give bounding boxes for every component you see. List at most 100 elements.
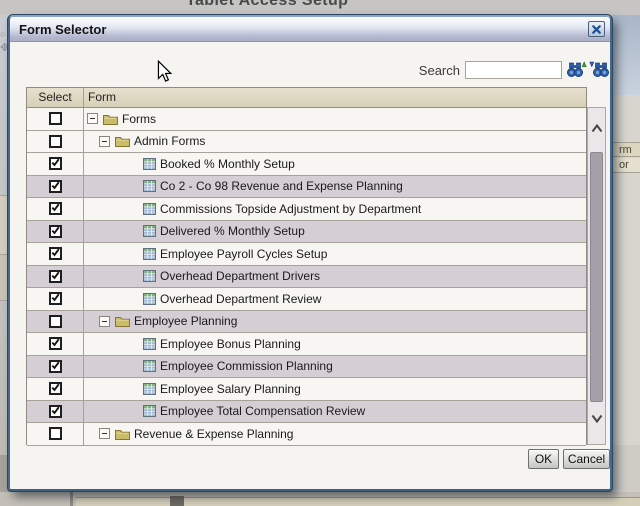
table-row[interactable]: Booked % Monthly Setup [27,153,586,176]
form-cell: Commissions Topside Adjustment by Depart… [84,198,586,220]
table-row[interactable]: Forms [27,108,586,131]
select-cell [27,243,84,265]
table-row[interactable]: Overhead Department Review [27,288,586,311]
background-page-title: Tablet Access Setup [186,0,349,9]
form-label: Overhead Department Drivers [160,269,321,284]
collapse-toggle-icon[interactable] [87,113,98,125]
dialog-titlebar[interactable]: Form Selector [10,17,610,42]
scrollbar-thumb[interactable] [590,152,603,402]
row-checkbox[interactable] [48,269,62,283]
form-label: Commissions Topside Adjustment by Depart… [160,201,422,216]
table-row[interactable]: Employee Total Compensation Review [27,400,586,424]
folder-label: Admin Forms [134,134,206,149]
screen: Tablet Access Setup ○ ✥ rm or Form Selec… [0,0,640,506]
row-checkbox[interactable] [48,112,62,126]
table-row[interactable]: Delivered % Monthly Setup [27,220,586,244]
table-row[interactable]: Employee Commission Planning [27,355,586,379]
select-cell [27,108,84,130]
folder-icon [103,113,118,125]
search-next-icon[interactable] [589,60,609,78]
table-row[interactable]: Admin Forms [27,130,586,154]
form-label: Booked % Monthly Setup [160,156,295,171]
form-icon [143,405,156,418]
form-cell: Employee Salary Planning [84,378,586,400]
form-icon [143,180,156,193]
background-bottom-strip [0,492,640,506]
search-input[interactable] [465,61,562,79]
form-label: Employee Payroll Cycles Setup [160,246,328,261]
close-icon [592,24,601,34]
select-cell [27,333,84,355]
table-row[interactable]: Employee Salary Planning [27,378,586,401]
row-checkbox[interactable] [48,382,62,396]
row-checkbox[interactable] [48,179,62,193]
select-cell [27,288,84,310]
form-label: Employee Total Compensation Review [160,404,366,419]
background-window-strip: Tablet Access Setup [0,0,640,15]
form-cell: Employee Bonus Planning [84,333,586,355]
row-checkbox[interactable] [48,202,62,216]
table-row[interactable]: Employee Planning [27,310,586,334]
folder-icon [115,135,130,148]
form-label: Employee Salary Planning [160,381,301,396]
form-icon [143,337,156,350]
select-cell [27,310,84,333]
form-label: Overhead Department Review [160,291,322,306]
form-cell: Booked % Monthly Setup [84,153,586,175]
ok-button[interactable]: OK [528,449,559,469]
column-header-form: Form [88,90,116,104]
scroll-up-icon[interactable] [591,124,603,133]
form-cell: Employee Payroll Cycles Setup [84,243,586,265]
form-icon [143,292,156,305]
table-scrollbar[interactable] [587,107,606,445]
scroll-down-icon[interactable] [591,414,603,423]
row-checkbox[interactable] [48,134,62,148]
select-cell [27,198,84,220]
form-cell: Employee Planning [84,311,586,333]
select-cell [27,400,84,423]
background-panel [612,15,640,95]
form-icon [143,270,156,283]
select-cell [27,220,84,243]
table-row[interactable]: Revenue & Expense Planning [27,423,586,446]
row-checkbox[interactable] [48,314,62,328]
row-checkbox[interactable] [48,224,62,238]
row-checkbox[interactable] [48,292,62,306]
row-checkbox[interactable] [48,337,62,351]
form-cell: Revenue & Expense Planning [84,423,586,445]
close-button[interactable] [588,21,605,37]
form-cell: Overhead Department Drivers [84,266,586,288]
dialog-title: Form Selector [19,22,107,37]
form-cell: Admin Forms [84,131,586,153]
table-row[interactable]: Employee Payroll Cycles Setup [27,243,586,266]
collapse-toggle-icon[interactable] [99,315,110,327]
form-label: Co 2 - Co 98 Revenue and Expense Plannin… [160,179,403,194]
background-right-strip: rm or [612,15,640,506]
form-cell: Employee Commission Planning [84,356,586,378]
search-previous-icon[interactable] [567,60,587,78]
form-cell: Overhead Department Review [84,288,586,310]
table-row[interactable]: Overhead Department Drivers [27,265,586,289]
select-cell [27,423,84,445]
background-clipped-text: or [612,158,640,173]
table-row[interactable]: Employee Bonus Planning [27,333,586,356]
collapse-toggle-icon[interactable] [99,428,110,440]
form-cell: Employee Total Compensation Review [84,401,586,423]
row-checkbox[interactable] [48,359,62,373]
form-table: Select Form Forms Admin Forms Booked % Mon… [26,87,587,446]
table-row[interactable]: Commissions Topside Adjustment by Depart… [27,198,586,221]
row-checkbox[interactable] [48,247,62,261]
table-header: Select Form [27,88,586,108]
row-checkbox[interactable] [48,427,62,441]
form-icon [143,382,156,395]
collapse-toggle-icon[interactable] [99,135,110,147]
cancel-button[interactable]: Cancel [563,449,610,469]
row-checkbox[interactable] [48,157,62,171]
row-checkbox[interactable] [48,404,62,418]
folder-label: Revenue & Expense Planning [134,426,294,441]
select-cell [27,153,84,175]
folder-icon [115,428,130,440]
table-row[interactable]: Co 2 - Co 98 Revenue and Expense Plannin… [27,175,586,199]
select-cell [27,378,84,400]
form-selector-dialog: Form Selector Search Select Form Forms A… [7,14,613,492]
